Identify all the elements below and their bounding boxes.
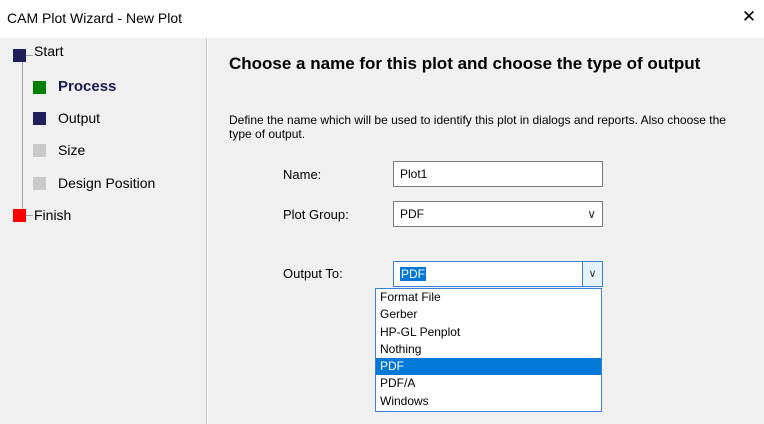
- step-design-position-marker-icon: [33, 177, 46, 190]
- step-output-label: Output: [58, 110, 101, 126]
- dropdown-button-chevron-icon[interactable]: ∨: [582, 262, 602, 286]
- output-to-dropdown-list: Format File Gerber HP-GL Penplot Nothing…: [375, 288, 602, 412]
- plot-group-value: PDF: [400, 207, 424, 221]
- step-process-label: Process: [58, 78, 117, 95]
- dropdown-option[interactable]: HP-GL Penplot: [376, 324, 601, 341]
- step-size-label: Size: [58, 142, 86, 158]
- output-to-select[interactable]: PDF ∨: [393, 261, 603, 287]
- title-bar: CAM Plot Wizard - New Plot ✕: [0, 0, 764, 38]
- step-size-marker-icon: [33, 144, 46, 157]
- output-to-value: PDF: [400, 267, 426, 281]
- steps-connector-line: [22, 55, 23, 215]
- dropdown-option[interactable]: PDF/A: [376, 375, 601, 392]
- plot-group-label: Plot Group:: [283, 207, 349, 222]
- wizard-steps-sidebar: Start Process Output Size Design Positio…: [0, 38, 207, 424]
- step-output-marker-icon: [33, 112, 46, 125]
- step-start-marker-icon: [13, 49, 26, 62]
- name-field-value: Plot1: [400, 167, 428, 181]
- step-finish-label: Finish: [34, 207, 72, 223]
- dropdown-option[interactable]: Windows: [376, 393, 601, 410]
- step-design-position-label: Design Position: [58, 175, 156, 191]
- dropdown-option[interactable]: Nothing: [376, 341, 601, 358]
- step-process-marker-icon: [33, 81, 46, 94]
- name-field[interactable]: Plot1: [393, 161, 603, 187]
- dropdown-option-selected[interactable]: PDF: [376, 358, 601, 376]
- plot-group-select[interactable]: PDF ∨: [393, 201, 603, 227]
- output-to-label: Output To:: [283, 266, 343, 281]
- dropdown-option[interactable]: Gerber: [376, 306, 601, 323]
- close-icon[interactable]: ✕: [739, 7, 759, 27]
- name-label: Name:: [283, 167, 322, 182]
- chevron-down-icon: ∨: [587, 207, 596, 221]
- page-heading: Choose a name for this plot and choose t…: [229, 54, 701, 73]
- page-description: Define the name which will be used to id…: [229, 113, 726, 141]
- window-title: CAM Plot Wizard - New Plot: [7, 10, 183, 26]
- dropdown-option[interactable]: Format File: [376, 289, 601, 306]
- step-finish-marker-icon: [13, 209, 26, 222]
- step-start-label: Start: [34, 43, 64, 59]
